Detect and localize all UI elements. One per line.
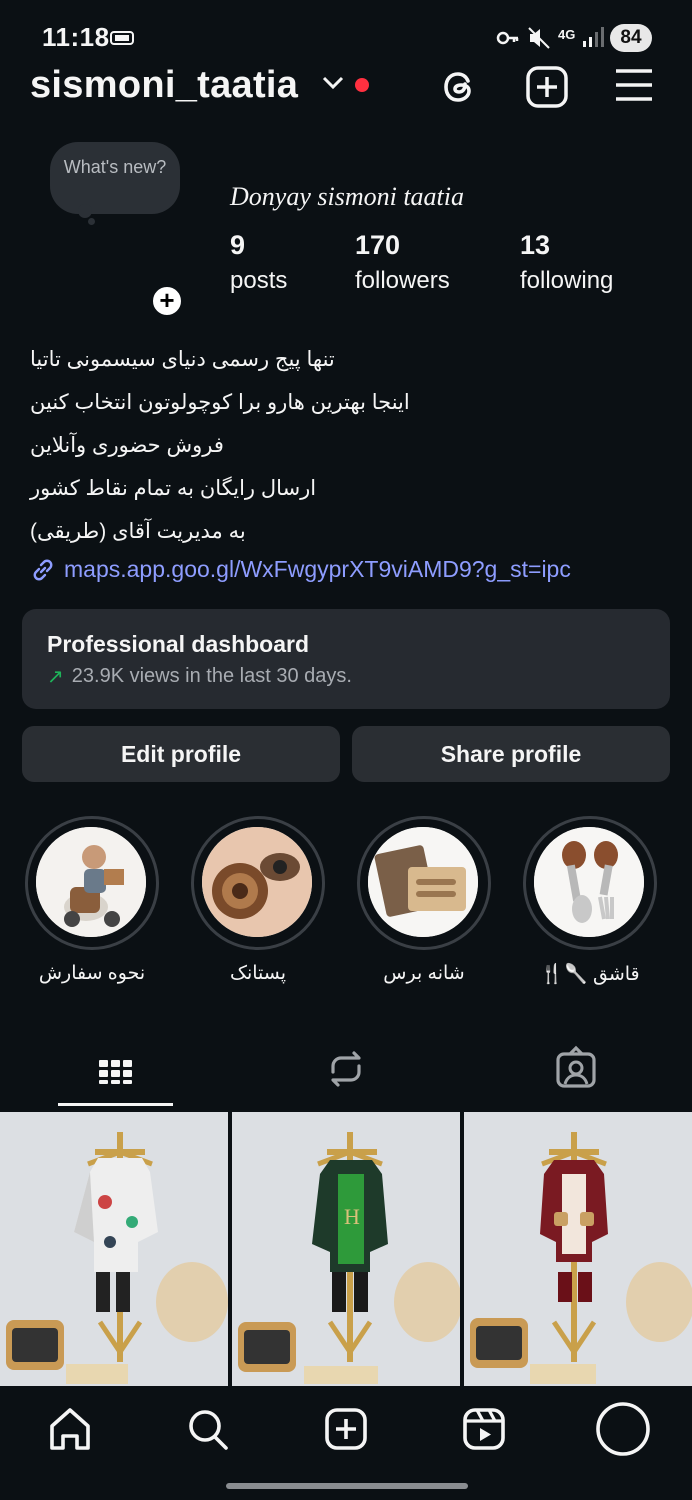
add-story-icon[interactable]: +: [150, 284, 184, 318]
highlight-item[interactable]: قاشق 🥄🍴: [523, 816, 657, 986]
chevron-down-icon[interactable]: [322, 76, 344, 90]
highlight-label: پستانک: [229, 963, 287, 984]
highlight-thumbnail: [534, 827, 644, 937]
stat-value: 13: [520, 230, 551, 260]
status-bar: 11:18 4G 84: [0, 0, 692, 70]
notification-dot-icon: [355, 78, 369, 92]
battery-indicator: 84: [610, 24, 652, 52]
tagged-icon: [556, 1045, 596, 1088]
highlight-thumbnail: [36, 827, 146, 937]
link-text: maps.app.goo.gl/WxFwgyprXT9viAMD9?g_st=i…: [64, 556, 571, 582]
threads-icon[interactable]: [438, 66, 480, 108]
sim-icon: [110, 31, 134, 45]
post-thumbnail[interactable]: [0, 1112, 228, 1386]
profile-icon[interactable]: [594, 1400, 652, 1458]
create-icon[interactable]: [526, 66, 568, 108]
note-tail-small: [88, 218, 95, 225]
note-bubble[interactable]: What's new?: [50, 142, 180, 214]
bio: تنها پیج رسمی دنیای سیسمونی تاتیا اینجا …: [30, 344, 670, 559]
active-tab-indicator: [58, 1103, 173, 1106]
bio-link[interactable]: maps.app.goo.gl/WxFwgyprXT9viAMD9?g_st=i…: [30, 556, 571, 583]
trend-up-icon: ↗: [47, 666, 64, 688]
highlight-ring: [25, 816, 159, 950]
highlight-ring: [191, 816, 325, 950]
home-icon[interactable]: [48, 1406, 92, 1452]
mute-icon: [528, 27, 550, 49]
posts-grid: H: [0, 1112, 692, 1386]
reels-icon[interactable]: [462, 1406, 506, 1452]
highlight-item[interactable]: نحوه سفارش: [25, 816, 159, 985]
stat-following[interactable]: 13 following: [520, 230, 613, 295]
highlight-item[interactable]: پستانک: [191, 816, 325, 985]
highlight-label: قاشق 🥄🍴: [540, 964, 640, 985]
post-thumbnail[interactable]: [464, 1112, 692, 1386]
username[interactable]: sismoni_taatia: [30, 64, 298, 107]
link-icon: [33, 559, 53, 580]
create-post-icon[interactable]: [324, 1406, 368, 1452]
stat-label: posts: [230, 267, 288, 294]
highlight-label: نحوه سفارش: [38, 963, 146, 984]
highlight-label: شانه برس: [383, 963, 465, 984]
key-icon: [496, 31, 519, 45]
stat-label: followers: [355, 267, 450, 294]
profile-tabs: [0, 1030, 692, 1108]
share-profile-button[interactable]: Share profile: [352, 726, 670, 782]
note-text: What's new?: [63, 157, 167, 177]
stat-posts[interactable]: 9 posts: [230, 230, 287, 295]
note-tail: [78, 204, 92, 218]
network-4g-icon: 4G: [558, 27, 576, 42]
signal-icon: [583, 27, 604, 47]
edit-profile-button[interactable]: Edit profile: [22, 726, 340, 782]
stat-value: 9: [230, 230, 246, 260]
highlight-ring: [357, 816, 491, 950]
tab-tagged[interactable]: [461, 1030, 691, 1108]
bio-line: به مدیریت آقای (طریقی): [30, 520, 246, 543]
home-indicator: [226, 1483, 468, 1489]
stat-label: following: [520, 267, 614, 294]
profile-header: sismoni_taatia: [0, 62, 692, 112]
bio-line: فروش حضوری وآنلاین: [30, 434, 224, 457]
bio-line: ارسال رایگان به تمام نقاط کشور: [30, 477, 317, 500]
dashboard-title: Professional dashboard: [47, 631, 310, 657]
highlight-ring: [523, 816, 657, 950]
stat-value: 170: [355, 230, 401, 260]
highlight-item[interactable]: شانه برس: [357, 816, 491, 985]
display-name: Donyay sismoni taatia: [230, 182, 464, 211]
grid-icon: [99, 1060, 132, 1084]
tab-reposts[interactable]: [231, 1030, 461, 1108]
bio-line: تنها پیج رسمی دنیای سیسمونی تاتیا: [30, 348, 335, 371]
tab-posts-grid[interactable]: [0, 1030, 230, 1108]
svg-text:H: H: [344, 1204, 360, 1229]
status-time: 11:18: [42, 22, 110, 52]
professional-dashboard[interactable]: Professional dashboard ↗ 23.9K views in …: [22, 609, 670, 709]
bio-line: اینجا بهترین هارو برا کوچولوتون انتخاب ک…: [30, 391, 410, 414]
highlight-thumbnail: [202, 827, 312, 937]
stat-followers[interactable]: 170 followers: [355, 230, 450, 295]
reels-repost-icon: [331, 1051, 361, 1087]
search-icon[interactable]: [186, 1406, 230, 1452]
post-thumbnail[interactable]: H: [232, 1112, 460, 1386]
menu-icon[interactable]: [614, 68, 654, 102]
dashboard-subtitle: 23.9K views in the last 30 days.: [71, 665, 352, 687]
highlight-thumbnail: [368, 827, 478, 937]
